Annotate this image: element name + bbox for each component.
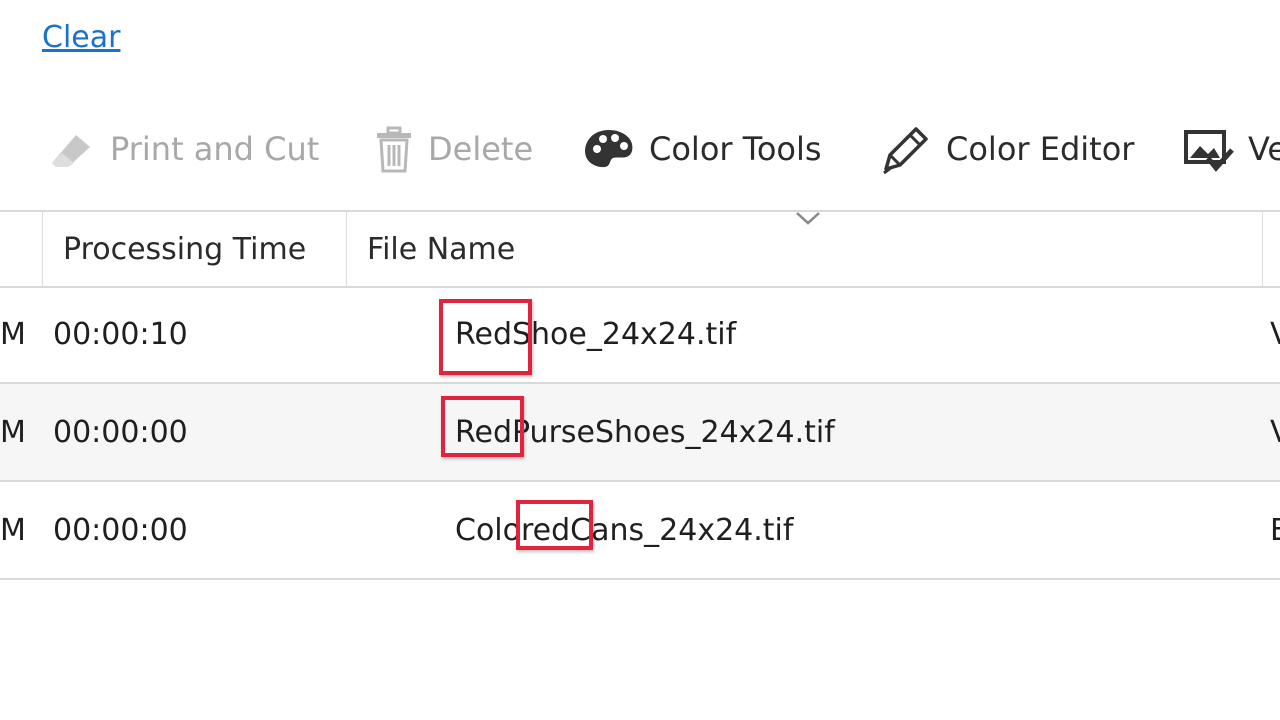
sort-descending-icon [795, 210, 821, 230]
column-separator [42, 212, 43, 286]
column-header-file-name[interactable]: File Name [367, 212, 515, 286]
delete-button[interactable]: Delete [374, 118, 533, 180]
pen-icon [880, 123, 932, 175]
eraser-icon [46, 127, 96, 171]
extra-cell: V [1270, 384, 1280, 480]
table-row[interactable]: M 00:00:00 RedPurseShoes_24x24.tif V [0, 384, 1280, 482]
date-cell: M [0, 316, 26, 352]
table-row[interactable]: M 00:00:10 RedShoe_24x24.tif V [0, 286, 1280, 384]
extra-cell: E [1270, 512, 1280, 548]
highlight-box [516, 500, 593, 550]
color-editor-button[interactable]: Color Editor [880, 118, 1134, 180]
column-header-processing-time[interactable]: Processing Time [63, 212, 306, 286]
grid-header: Processing Time File Name [0, 210, 1280, 288]
print-and-cut-button[interactable]: Print and Cut [46, 118, 319, 180]
table-row[interactable]: M 00:00:00 ColoredCans_24x24.tif E [0, 482, 1280, 580]
image-check-icon [1184, 126, 1234, 172]
processing-time-cell: 00:00:00 [53, 512, 188, 548]
column-separator [1262, 212, 1263, 286]
highlight-box [439, 299, 532, 375]
palette-icon [583, 127, 635, 171]
processing-time-cell: 00:00:00 [53, 414, 188, 450]
extra-cell: V [1270, 286, 1280, 382]
date-cell: M [0, 512, 26, 548]
clear-link[interactable]: Clear [42, 20, 120, 55]
verify-button-partial[interactable]: Ve [1184, 118, 1280, 180]
color-tools-button[interactable]: Color Tools [583, 118, 822, 180]
file-name-cell: ColoredCans_24x24.tif [455, 512, 794, 548]
column-separator [346, 212, 347, 286]
highlight-box [441, 396, 524, 457]
processing-time-cell: 00:00:10 [53, 316, 188, 352]
toolbar: Print and Cut Delete Color Tools Color E… [0, 118, 1280, 180]
date-cell: M [0, 414, 26, 450]
trash-icon [374, 125, 414, 173]
